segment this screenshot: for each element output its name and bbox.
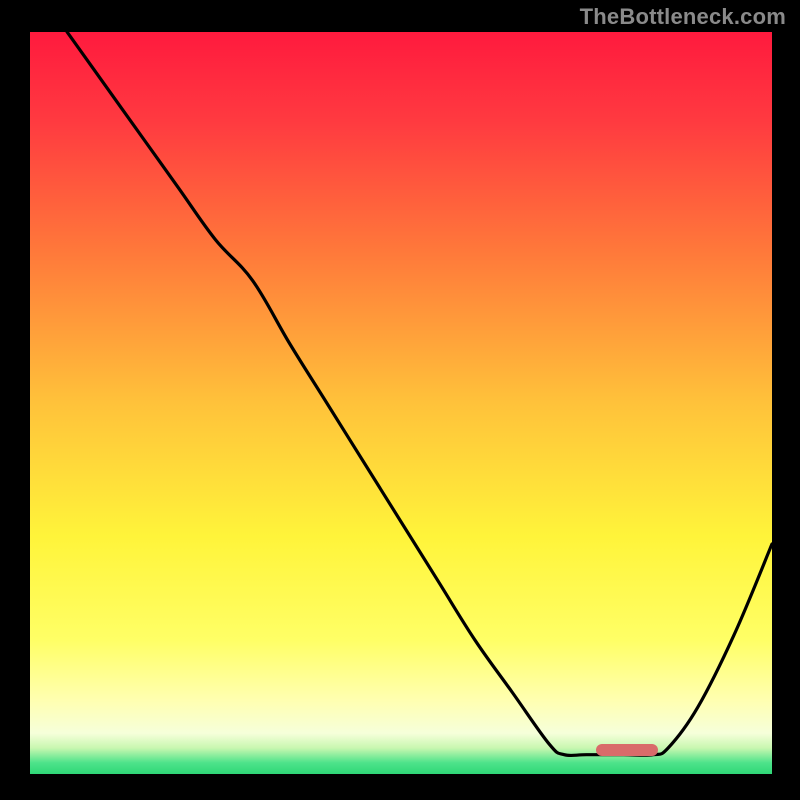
chart-svg [30,32,772,774]
plot-area [30,32,772,774]
attribution-text: TheBottleneck.com [580,4,786,30]
chart-wrapper: TheBottleneck.com [0,0,800,800]
optimal-range-marker [596,744,658,756]
gradient-background [30,32,772,774]
